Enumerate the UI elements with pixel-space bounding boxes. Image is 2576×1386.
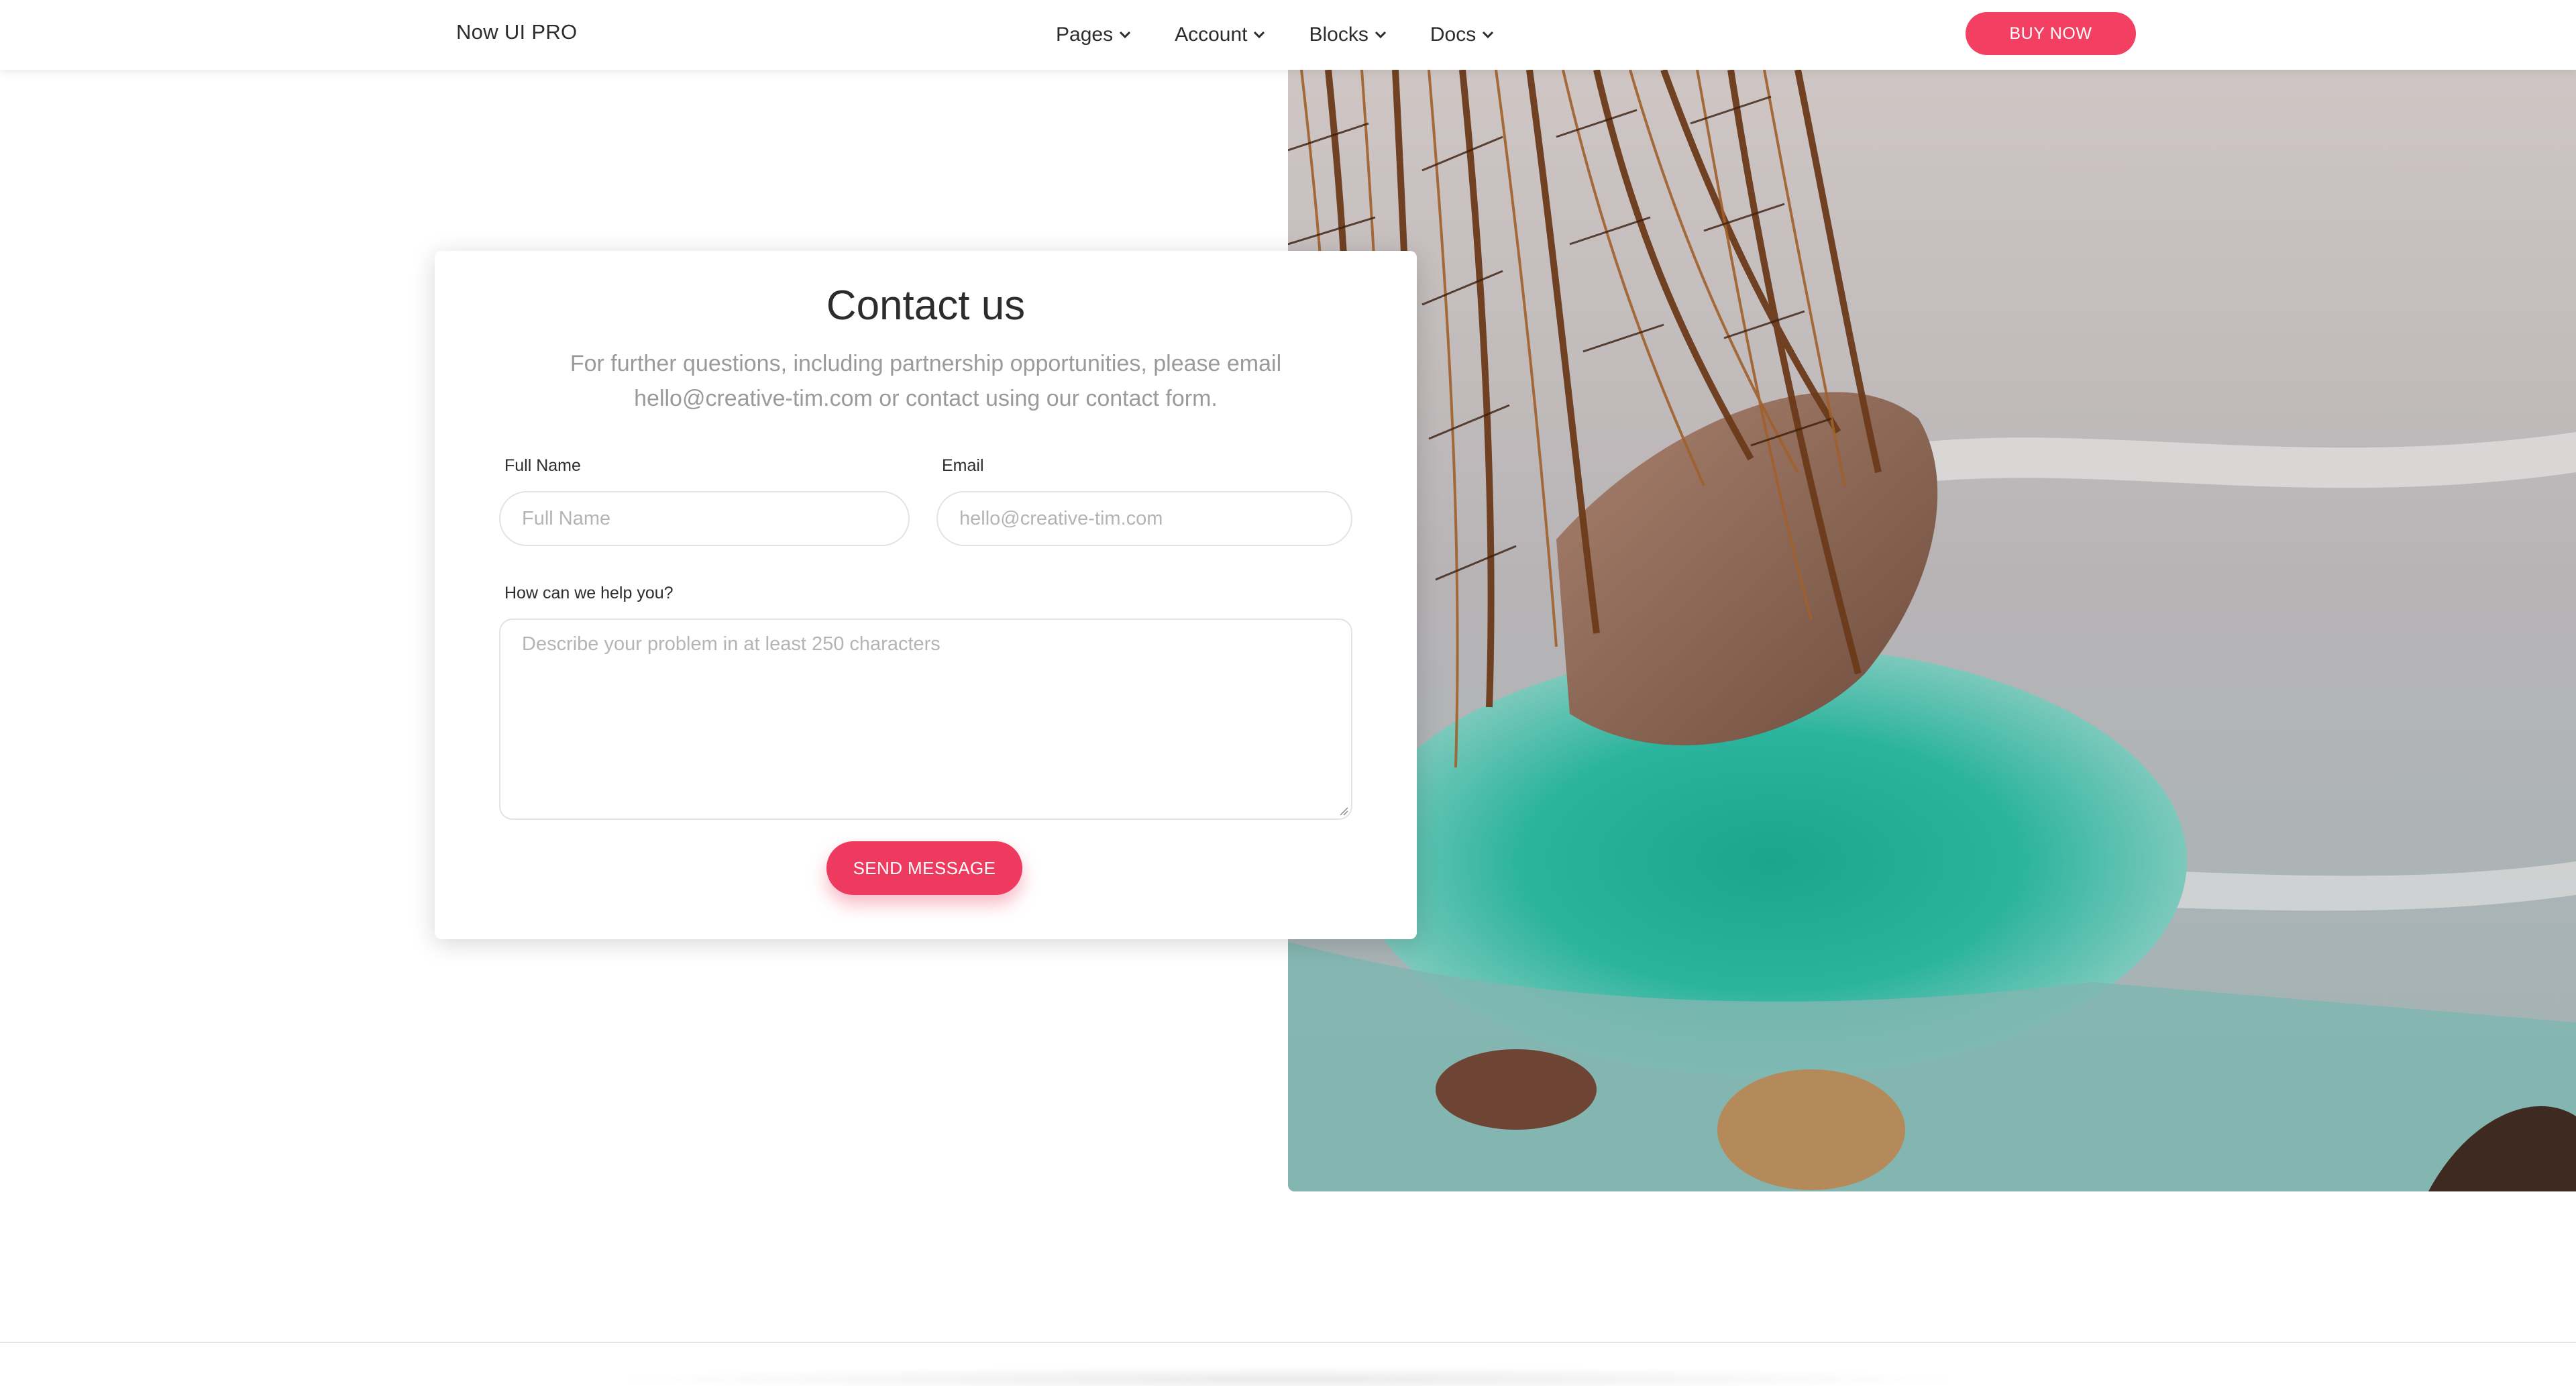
palm-coast-image <box>1288 70 2576 1191</box>
full-name-label: Full Name <box>504 456 581 475</box>
page: Now UI PRO Pages Account Blocks Docs BUY… <box>0 0 2576 1386</box>
nav-item-label: Blocks <box>1309 23 1368 46</box>
message-label: How can we help you? <box>504 584 674 602</box>
email-placeholder: hello@creative-tim.com <box>959 507 1163 529</box>
email-label: Email <box>942 456 984 475</box>
footer-card-shadow <box>604 1366 1972 1386</box>
chevron-down-icon <box>1483 31 1494 39</box>
email-input[interactable]: hello@creative-tim.com <box>936 491 1352 546</box>
full-name-placeholder: Full Name <box>522 507 611 529</box>
contact-card: Contact us For further questions, includ… <box>435 251 1417 939</box>
buy-now-button[interactable]: BUY NOW <box>1966 12 2136 55</box>
nav-item-account[interactable]: Account <box>1175 20 1266 50</box>
nav-item-blocks[interactable]: Blocks <box>1309 20 1387 50</box>
nav-item-docs[interactable]: Docs <box>1430 20 1495 50</box>
nav-item-label: Pages <box>1056 23 1114 46</box>
chevron-down-icon <box>1254 31 1265 39</box>
resize-grip-icon[interactable] <box>1338 805 1348 816</box>
nav-item-pages[interactable]: Pages <box>1056 20 1132 50</box>
send-message-button[interactable]: SEND MESSAGE <box>826 841 1022 895</box>
chevron-down-icon <box>1375 31 1386 39</box>
brand-logo[interactable]: Now UI PRO <box>456 20 577 44</box>
section-divider <box>0 1342 2576 1343</box>
message-placeholder: Describe your problem in at least 250 ch… <box>522 633 941 655</box>
nav-menu: Pages Account Blocks Docs <box>1056 20 1538 50</box>
nav-item-label: Docs <box>1430 23 1477 46</box>
full-name-input[interactable]: Full Name <box>499 491 910 546</box>
nav-item-label: Account <box>1175 23 1248 46</box>
contact-title: Contact us <box>826 282 1026 329</box>
navbar: Now UI PRO Pages Account Blocks Docs BUY… <box>0 0 2576 70</box>
chevron-down-icon <box>1120 31 1131 39</box>
message-textarea[interactable]: Describe your problem in at least 250 ch… <box>499 619 1352 820</box>
contact-description: For further questions, including partner… <box>570 351 1282 411</box>
